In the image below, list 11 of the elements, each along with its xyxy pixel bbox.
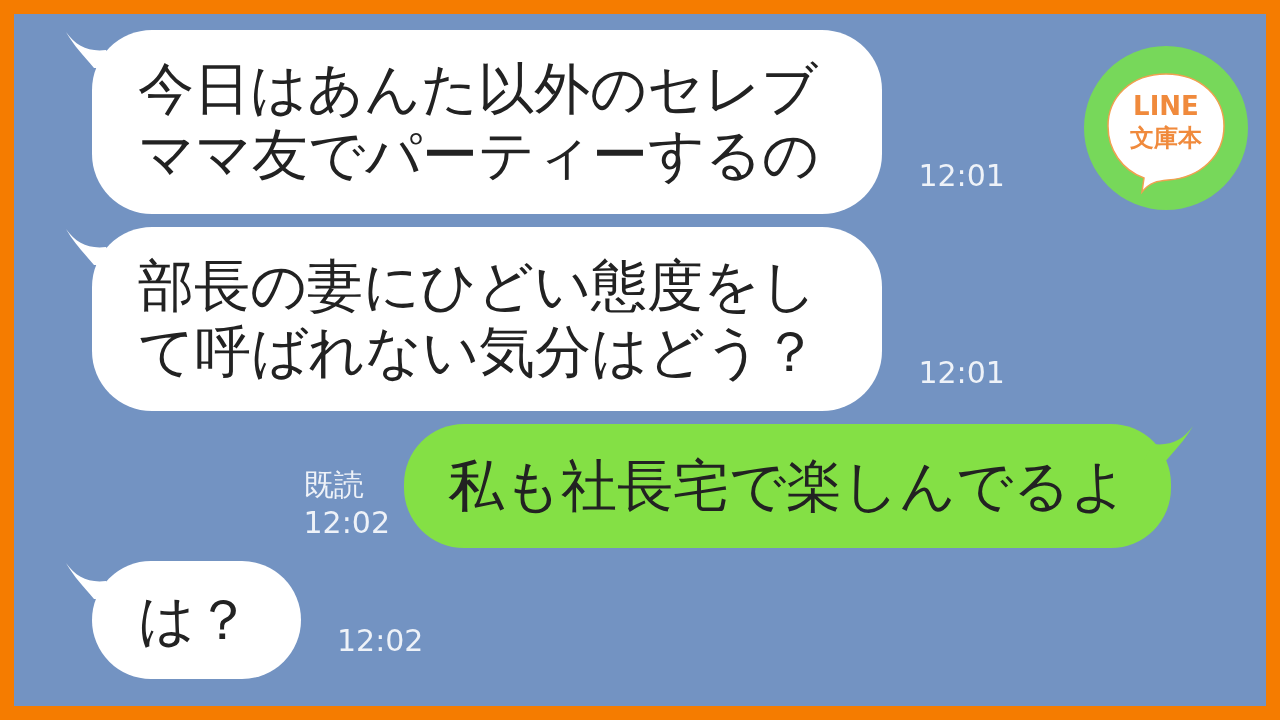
timestamp: 12:02 [337,623,424,659]
message-bubble: 今日はあんた以外のセレブママ友でパーティーするの [92,30,883,214]
read-receipt: 既読 [303,466,365,504]
message-bubble: 部長の妻にひどい態度をして呼ばれない気分はどう？ [92,227,883,411]
timestamp: 12:01 [918,355,1005,391]
message-bubble: 私も社長宅で楽しんでるよ [404,424,1171,548]
logo-text: 文庫本 [1130,123,1202,154]
message-bubble: は？ [92,561,301,679]
timestamp: 12:02 [303,504,390,542]
timestamp: 12:01 [918,158,1005,194]
logo-text: LINE [1133,90,1199,122]
